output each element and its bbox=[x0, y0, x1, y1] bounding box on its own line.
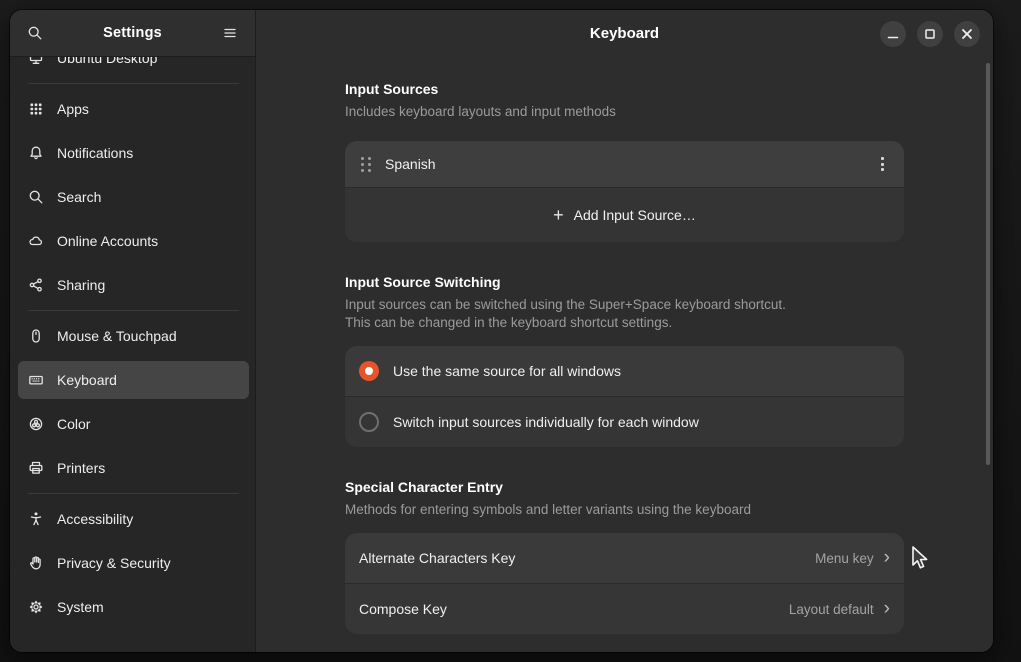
search-button[interactable] bbox=[20, 18, 50, 48]
hamburger-menu-icon bbox=[222, 25, 238, 41]
sidebar-item-label: Sharing bbox=[57, 277, 105, 293]
minimize-icon bbox=[880, 21, 906, 47]
radio-unselected-icon[interactable] bbox=[359, 412, 379, 432]
sidebar-item-label: System bbox=[57, 599, 104, 615]
kebab-menu-icon[interactable] bbox=[875, 151, 890, 177]
accessibility-icon bbox=[28, 511, 44, 527]
plus-icon: + bbox=[553, 206, 564, 224]
minimize-button[interactable] bbox=[880, 21, 906, 47]
color-icon bbox=[28, 416, 44, 432]
sidebar-item-system[interactable]: System bbox=[18, 588, 249, 626]
row-value: Menu key bbox=[815, 551, 874, 566]
sidebar-divider bbox=[28, 83, 239, 84]
search-icon bbox=[28, 189, 44, 205]
radio-option-same-source[interactable]: Use the same source for all windows bbox=[345, 346, 904, 396]
vertical-scrollbar[interactable] bbox=[986, 63, 990, 465]
special-characters-card: Alternate Characters Key Menu key › Comp… bbox=[345, 533, 904, 634]
cloud-icon bbox=[28, 233, 44, 249]
maximize-icon bbox=[917, 21, 943, 47]
sidebar-item-label: Mouse & Touchpad bbox=[57, 328, 177, 344]
switching-description-line1: Input sources can be switched using the … bbox=[345, 296, 904, 314]
sidebar-item-label: Color bbox=[57, 416, 90, 432]
keyboard-panel: Keyboard Input Sources bbox=[256, 10, 993, 652]
sidebar-item-label: Ubuntu Desktop bbox=[57, 57, 157, 66]
sidebar-item-mouse-touchpad[interactable]: Mouse & Touchpad bbox=[18, 317, 249, 355]
row-value: Layout default bbox=[789, 602, 874, 617]
row-label: Compose Key bbox=[359, 601, 789, 617]
sidebar-item-label: Notifications bbox=[57, 145, 133, 161]
radio-option-label: Switch input sources individually for ea… bbox=[393, 414, 699, 430]
compose-key-row[interactable]: Compose Key Layout default › bbox=[345, 584, 904, 634]
page-title: Keyboard bbox=[590, 25, 659, 42]
printer-icon bbox=[28, 460, 44, 476]
sidebar-item-label: Online Accounts bbox=[57, 233, 158, 249]
window-controls bbox=[880, 10, 980, 57]
sidebar-item-label: Keyboard bbox=[57, 372, 117, 388]
sidebar-item-label: Apps bbox=[57, 101, 89, 117]
sidebar-item-sharing[interactable]: Sharing bbox=[18, 266, 249, 304]
sidebar-item-notifications[interactable]: Notifications bbox=[18, 134, 249, 172]
sidebar-item-color[interactable]: Color bbox=[18, 405, 249, 443]
radio-option-label: Use the same source for all windows bbox=[393, 363, 621, 379]
sidebar-nav: Ubuntu Desktop Apps Notifications bbox=[10, 57, 255, 652]
add-input-source-label: Add Input Source… bbox=[574, 207, 696, 223]
input-source-label: Spanish bbox=[385, 156, 863, 172]
keyboard-icon bbox=[28, 372, 44, 388]
sidebar-item-label: Search bbox=[57, 189, 101, 205]
switching-card: Use the same source for all windows Swit… bbox=[345, 346, 904, 447]
hand-icon bbox=[28, 555, 44, 571]
input-sources-description: Includes keyboard layouts and input meth… bbox=[345, 103, 904, 121]
scrollable-content[interactable]: Input Sources Includes keyboard layouts … bbox=[256, 57, 993, 652]
sidebar-item-online-accounts[interactable]: Online Accounts bbox=[18, 222, 249, 260]
close-icon bbox=[954, 21, 980, 47]
sidebar-item-apps[interactable]: Apps bbox=[18, 90, 249, 128]
main-headerbar: Keyboard bbox=[256, 10, 993, 57]
chevron-right-icon: › bbox=[884, 599, 890, 618]
sidebar-headerbar: Settings bbox=[10, 10, 255, 57]
close-button[interactable] bbox=[954, 21, 980, 47]
settings-window: Settings Ubuntu Desktop App bbox=[10, 10, 993, 652]
search-icon bbox=[27, 25, 43, 41]
maximize-button[interactable] bbox=[917, 21, 943, 47]
row-label: Alternate Characters Key bbox=[359, 550, 815, 566]
bell-icon bbox=[28, 145, 44, 161]
drag-handle-icon[interactable] bbox=[359, 153, 373, 176]
mouse-icon bbox=[28, 328, 44, 344]
sidebar-item-ubuntu-desktop[interactable]: Ubuntu Desktop bbox=[18, 57, 249, 77]
add-input-source-button[interactable]: + Add Input Source… bbox=[345, 188, 904, 242]
special-characters-heading: Special Character Entry bbox=[345, 477, 904, 497]
alternate-characters-key-row[interactable]: Alternate Characters Key Menu key › bbox=[345, 533, 904, 583]
sidebar-item-label: Printers bbox=[57, 460, 105, 476]
input-sources-card: Spanish + Add Input Source… bbox=[345, 141, 904, 242]
sidebar-item-privacy-security[interactable]: Privacy & Security bbox=[18, 544, 249, 582]
display-icon bbox=[28, 57, 44, 66]
radio-option-per-window[interactable]: Switch input sources individually for ea… bbox=[345, 397, 904, 447]
switching-description: Input sources can be switched using the … bbox=[345, 296, 904, 332]
chevron-right-icon: › bbox=[884, 548, 890, 567]
sidebar-item-search[interactable]: Search bbox=[18, 178, 249, 216]
sidebar-divider bbox=[28, 310, 239, 311]
switching-description-line2: This can be changed in the keyboard shor… bbox=[345, 314, 904, 332]
desktop-background: Settings Ubuntu Desktop App bbox=[0, 0, 1021, 662]
input-source-row-spanish[interactable]: Spanish bbox=[345, 141, 904, 187]
main-menu-button[interactable] bbox=[215, 18, 245, 48]
share-icon bbox=[28, 277, 44, 293]
sidebar-item-label: Privacy & Security bbox=[57, 555, 171, 571]
sidebar-divider bbox=[28, 493, 239, 494]
radio-selected-icon[interactable] bbox=[359, 361, 379, 381]
sidebar-item-printers[interactable]: Printers bbox=[18, 449, 249, 487]
switching-heading: Input Source Switching bbox=[345, 272, 904, 292]
app-grid-icon bbox=[28, 101, 44, 117]
gear-icon bbox=[28, 599, 44, 615]
sidebar-item-accessibility[interactable]: Accessibility bbox=[18, 500, 249, 538]
sidebar-item-label: Accessibility bbox=[57, 511, 133, 527]
sidebar: Settings Ubuntu Desktop App bbox=[10, 10, 256, 652]
sidebar-title: Settings bbox=[103, 25, 162, 41]
special-characters-description: Methods for entering symbols and letter … bbox=[345, 501, 904, 519]
input-sources-heading: Input Sources bbox=[345, 79, 904, 99]
sidebar-item-keyboard[interactable]: Keyboard bbox=[18, 361, 249, 399]
